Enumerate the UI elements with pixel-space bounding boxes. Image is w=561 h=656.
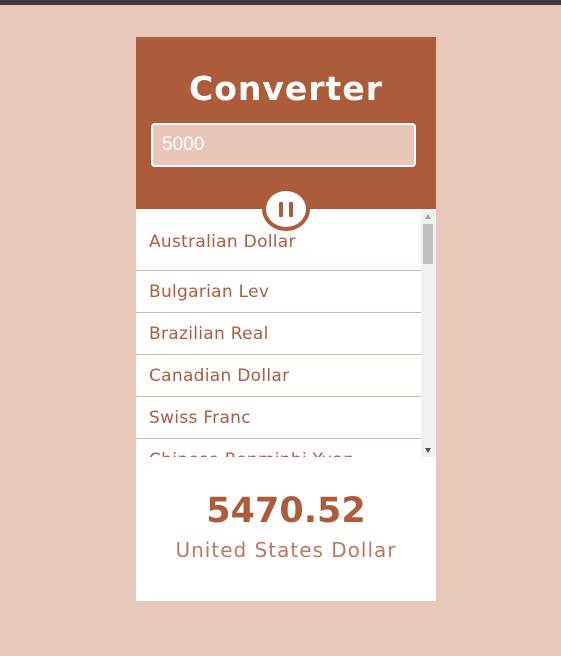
currency-item-cad[interactable]: Canadian Dollar: [136, 355, 421, 397]
scroll-up-arrow-icon[interactable]: [425, 214, 431, 219]
currency-item-cny[interactable]: Chinese Renminbi Yuan: [136, 439, 421, 457]
converter-card: Converter Australian Dollar Bulgarian Le…: [136, 37, 436, 601]
converted-amount: 5470.52: [206, 491, 366, 531]
pause-toggle-button[interactable]: [262, 187, 310, 231]
converter-header: Converter: [136, 37, 436, 209]
currency-list-container[interactable]: Australian Dollar Bulgarian Lev Brazilia…: [136, 209, 436, 457]
pause-bar-left: [279, 201, 283, 217]
scrollbar-thumb[interactable]: [423, 224, 433, 264]
pause-bar-right: [289, 201, 293, 217]
currency-item-chf[interactable]: Swiss Franc: [136, 397, 421, 439]
page-title: Converter: [189, 69, 383, 108]
currency-item-brl[interactable]: Brazilian Real: [136, 313, 421, 355]
list-scrollbar[interactable]: [421, 209, 436, 457]
pause-icon: [279, 201, 293, 217]
scroll-down-arrow-icon[interactable]: [425, 448, 431, 453]
currency-item-bgn[interactable]: Bulgarian Lev: [136, 271, 421, 313]
amount-input[interactable]: [151, 123, 416, 167]
target-currency-label: United States Dollar: [175, 538, 397, 562]
currency-list: Australian Dollar Bulgarian Lev Brazilia…: [136, 209, 421, 457]
window-top-bar: [0, 0, 561, 5]
